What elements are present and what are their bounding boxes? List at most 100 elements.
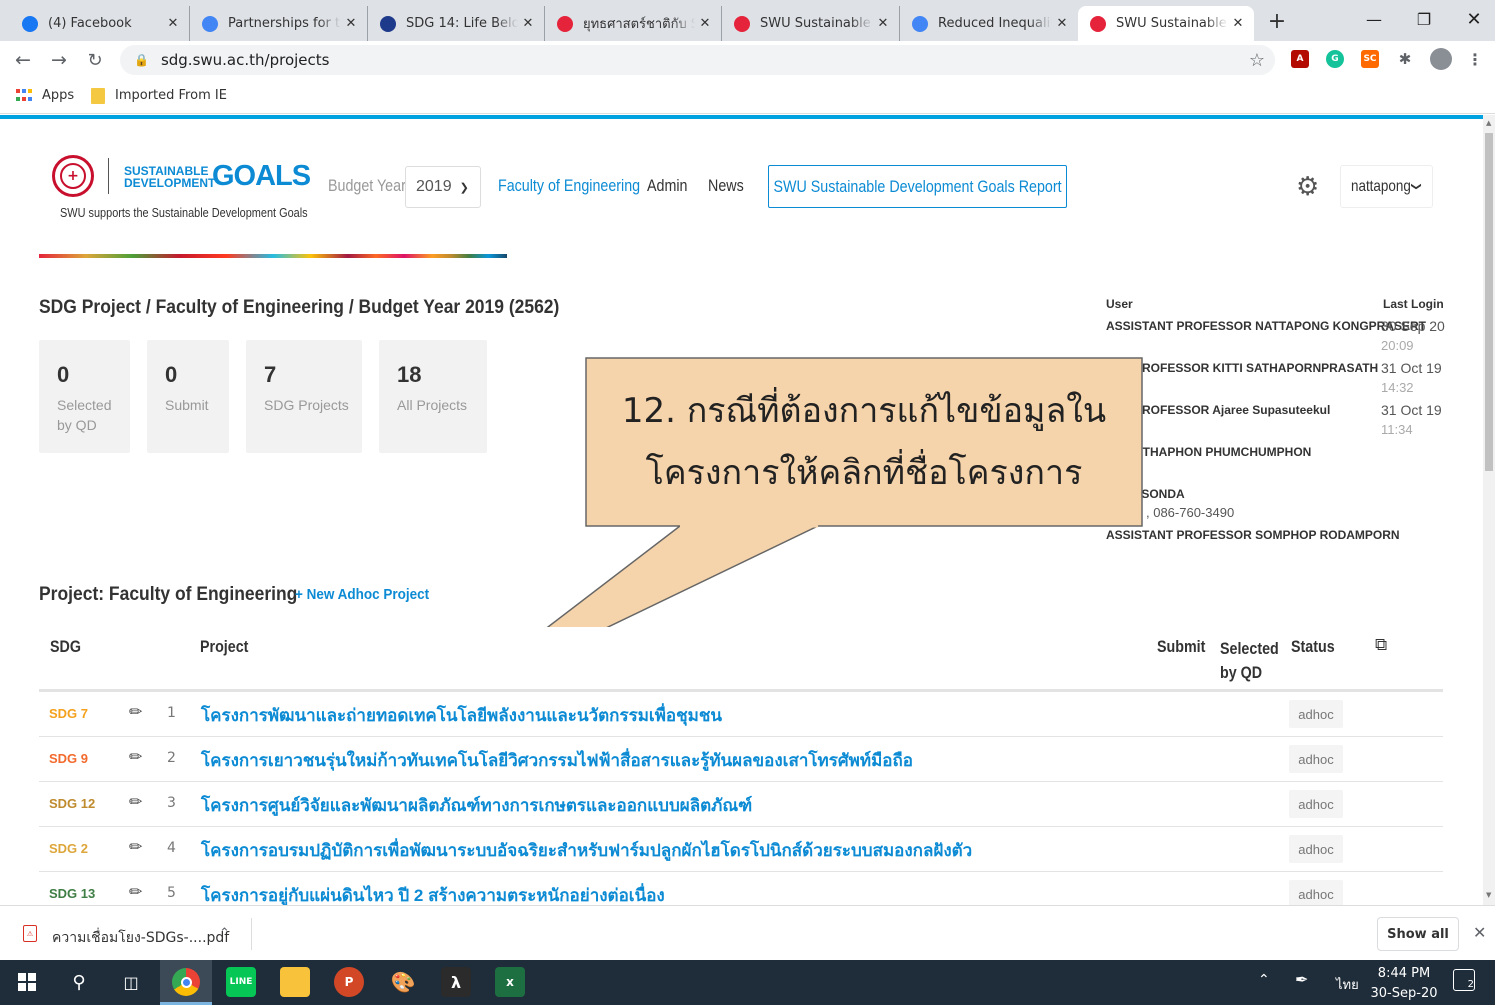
- browser-tab[interactable]: Partnerships for the Goals✕: [190, 6, 368, 41]
- col-sdg: SDG: [50, 637, 87, 657]
- project-name-link[interactable]: โครงการเยาวชนรุ่นใหม่ก้าวทันเทคโนโลยีวิศ…: [201, 747, 913, 774]
- tab-close-icon[interactable]: ✕: [518, 16, 538, 31]
- nav-admin[interactable]: Admin: [647, 176, 695, 196]
- tagline-text: SWU supports the Sustainable Development…: [60, 205, 308, 220]
- chevron-down-icon: ❯: [1410, 182, 1422, 191]
- forward-icon[interactable]: →: [46, 47, 72, 73]
- user-menu-dropdown[interactable]: nattapong ❯: [1340, 165, 1433, 208]
- excel-icon[interactable]: x: [495, 967, 525, 997]
- close-icon[interactable]: ✕: [1473, 923, 1486, 942]
- nav-faculty-of-engineering[interactable]: Faculty of Engineering: [498, 176, 667, 196]
- pencil-icon[interactable]: ✏: [129, 837, 142, 856]
- line-app-icon[interactable]: LINE: [226, 967, 256, 997]
- projects-heading: Project: Faculty of Engineering: [39, 584, 320, 606]
- minimize-icon[interactable]: —: [1350, 0, 1398, 38]
- sdg-tag[interactable]: SDG 7: [49, 706, 88, 721]
- language-indicator[interactable]: ไทย: [1336, 974, 1359, 995]
- acrobat-extension-icon[interactable]: A: [1291, 50, 1309, 68]
- star-icon[interactable]: ☆: [1249, 50, 1265, 71]
- sdg-report-button[interactable]: SWU Sustainable Development Goals Report: [768, 165, 1067, 208]
- table-row: SDG 7 ✏ 1 โครงการพัฒนาและถ่ายทอดเทคโนโลยีพล…: [39, 691, 1443, 736]
- new-adhoc-project-label: + New Adhoc Project: [295, 586, 430, 603]
- row-number: 2: [167, 750, 176, 766]
- new-adhoc-project-button[interactable]: + New Adhoc Project: [295, 586, 444, 603]
- pencil-icon[interactable]: ✏: [129, 882, 142, 901]
- tab-title: SWU Sustainable Development: [1116, 16, 1228, 31]
- sc-extension-icon[interactable]: SC: [1361, 50, 1379, 68]
- browser-tab[interactable]: SWU Sustainable Development✕: [722, 6, 900, 41]
- bookmark-apps[interactable]: Apps: [42, 88, 74, 103]
- swu-seal-logo[interactable]: +: [52, 155, 94, 197]
- page-scrollbar-thumb[interactable]: [1485, 133, 1493, 471]
- download-item[interactable]: ความเชื่อมโยง-SDGs-....pdf: [52, 927, 229, 949]
- show-all-button[interactable]: Show all: [1377, 917, 1459, 951]
- browser-tab[interactable]: ยุทธศาสตร์ชาติกับ SDG✕: [545, 6, 722, 41]
- notification-center-icon[interactable]: 2: [1453, 969, 1475, 991]
- project-name-link[interactable]: โครงการพัฒนาและถ่ายทอดเทคโนโลยีพลังงานแล…: [201, 702, 722, 729]
- chevron-up-icon[interactable]: ⌃: [219, 926, 230, 941]
- paint-icon[interactable]: 🎨: [388, 967, 418, 997]
- external-link-icon[interactable]: ⧉: [1375, 635, 1387, 655]
- pencil-icon[interactable]: ✏: [129, 702, 142, 721]
- tab-close-icon[interactable]: ✕: [873, 16, 893, 31]
- new-tab-button[interactable]: +: [1262, 8, 1292, 34]
- project-name-link[interactable]: โครงการศูนย์วิจัยและพัฒนาผลิตภัณฑ์ทางการ…: [201, 792, 752, 819]
- browser-tab[interactable]: (4) Facebook ✕: [10, 6, 190, 41]
- chrome-menu-icon[interactable]: ⋮: [1466, 50, 1484, 69]
- tab-close-icon[interactable]: ✕: [163, 16, 183, 31]
- powerpoint-icon[interactable]: P: [334, 967, 364, 997]
- clock-date: 30-Sep-20: [1370, 986, 1438, 1001]
- apps-grid-icon: [16, 89, 32, 103]
- callout-line-1: 12. กรณีที่ต้องการแก้ไขข้อมูลใน: [621, 391, 1107, 431]
- col-status: Status: [1291, 637, 1343, 657]
- reload-icon[interactable]: ↻: [82, 47, 108, 73]
- tab-close-icon[interactable]: ✕: [695, 16, 715, 31]
- windows-start-icon[interactable]: [12, 967, 42, 997]
- page-scrollbar-track[interactable]: ▲ ▼: [1483, 115, 1495, 905]
- profile-avatar[interactable]: [1430, 48, 1452, 70]
- tab-close-icon[interactable]: ✕: [341, 16, 361, 31]
- last-login: 30 Sep 20 20:09: [1381, 316, 1445, 356]
- status-badge: adhoc: [1289, 790, 1343, 818]
- extensions-puzzle-icon[interactable]: ✱: [1396, 50, 1414, 68]
- project-name-link[interactable]: โครงการอบรมปฏิบัติการเพื่อพัฒนาระบบอัจฉร…: [201, 837, 972, 864]
- tab-close-icon[interactable]: ✕: [1052, 16, 1072, 31]
- chrome-taskbar-icon[interactable]: [172, 968, 200, 996]
- gear-icon[interactable]: ⚙: [1296, 172, 1319, 202]
- address-bar[interactable]: 🔒 sdg.swu.ac.th/projects ☆: [120, 45, 1275, 75]
- last-login-date: 30 Sep 20: [1381, 318, 1445, 334]
- system-clock[interactable]: 8:44 PM 30-Sep-20: [1370, 964, 1438, 1004]
- restore-icon[interactable]: ❐: [1400, 0, 1448, 38]
- chevron-up-icon[interactable]: ⌃: [1258, 972, 1270, 988]
- pen-icon[interactable]: ✒: [1295, 970, 1308, 989]
- budget-year-select[interactable]: 2019 ❯: [405, 166, 481, 208]
- stat-submit[interactable]: 0 Submit: [147, 340, 229, 453]
- grammarly-extension-icon[interactable]: G: [1326, 50, 1344, 68]
- col-sdg-text: SDG: [50, 637, 81, 656]
- sdg-color-strip: [39, 254, 507, 258]
- scroll-down-icon[interactable]: ▼: [1486, 891, 1491, 899]
- bookmark-imported-from-ie[interactable]: Imported From IE: [115, 88, 227, 103]
- browser-tab[interactable]: SWU Sustainable Development✕: [1078, 6, 1254, 41]
- user-phone: , 086-760-3490: [1146, 505, 1235, 520]
- pencil-icon[interactable]: ✏: [129, 792, 142, 811]
- sdg-tag[interactable]: SDG 2: [49, 841, 88, 856]
- close-window-icon[interactable]: ✕: [1450, 0, 1495, 38]
- nav-news[interactable]: News: [708, 176, 751, 196]
- scroll-up-icon[interactable]: ▲: [1486, 119, 1491, 127]
- last-login: 31 Oct 19 11:34: [1381, 400, 1442, 440]
- search-icon[interactable]: ⚲: [64, 967, 94, 997]
- file-explorer-icon[interactable]: [280, 967, 310, 997]
- stat-selected-by-qd[interactable]: 0 Selected by QD: [39, 340, 130, 453]
- acrobat-taskbar-icon[interactable]: λ: [441, 967, 471, 997]
- task-view-icon[interactable]: ◫: [116, 967, 146, 997]
- tab-close-icon[interactable]: ✕: [1228, 16, 1248, 31]
- pencil-icon[interactable]: ✏: [129, 747, 142, 766]
- browser-tab[interactable]: Reduced Inequalities✕: [900, 6, 1078, 41]
- back-icon[interactable]: ←: [10, 47, 36, 73]
- stat-sdg-projects[interactable]: 7 SDG Projects: [246, 340, 362, 453]
- sdg-tag[interactable]: SDG 12: [49, 796, 95, 811]
- sdg-tag[interactable]: SDG 9: [49, 751, 88, 766]
- sdg-tag[interactable]: SDG 13: [49, 886, 95, 901]
- browser-tab[interactable]: SDG 14: Life Below Water✕: [368, 6, 545, 41]
